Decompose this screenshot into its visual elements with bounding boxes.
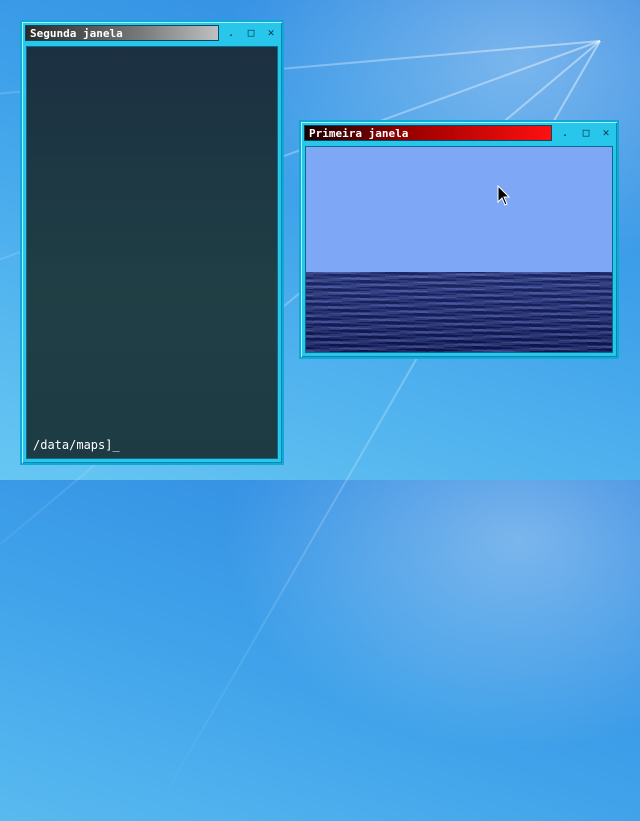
window-segunda-janela[interactable]: Segunda janela . □ ✕ /data/maps]_ xyxy=(20,20,284,465)
window-title: Segunda janela xyxy=(25,25,219,41)
minimize-button[interactable]: . xyxy=(224,26,238,40)
window-titlebar[interactable]: Segunda janela . □ ✕ xyxy=(24,24,280,44)
window-primeira-janela[interactable]: Primeira janela . □ ✕ xyxy=(299,120,619,359)
window-title: Primeira janela xyxy=(304,125,552,141)
close-button[interactable]: ✕ xyxy=(599,126,613,140)
terminal-area[interactable]: /data/maps]_ xyxy=(26,46,278,459)
window-titlebar[interactable]: Primeira janela . □ ✕ xyxy=(303,124,615,144)
minimize-button[interactable]: . xyxy=(558,126,572,140)
maximize-button[interactable]: □ xyxy=(244,26,258,40)
3d-viewport[interactable] xyxy=(305,146,613,353)
terminal-prompt: /data/maps]_ xyxy=(33,438,120,452)
mouse-cursor-icon xyxy=(497,185,511,206)
close-button[interactable]: ✕ xyxy=(264,26,278,40)
maximize-button[interactable]: □ xyxy=(579,126,593,140)
ocean xyxy=(306,272,612,352)
sky xyxy=(306,147,612,272)
